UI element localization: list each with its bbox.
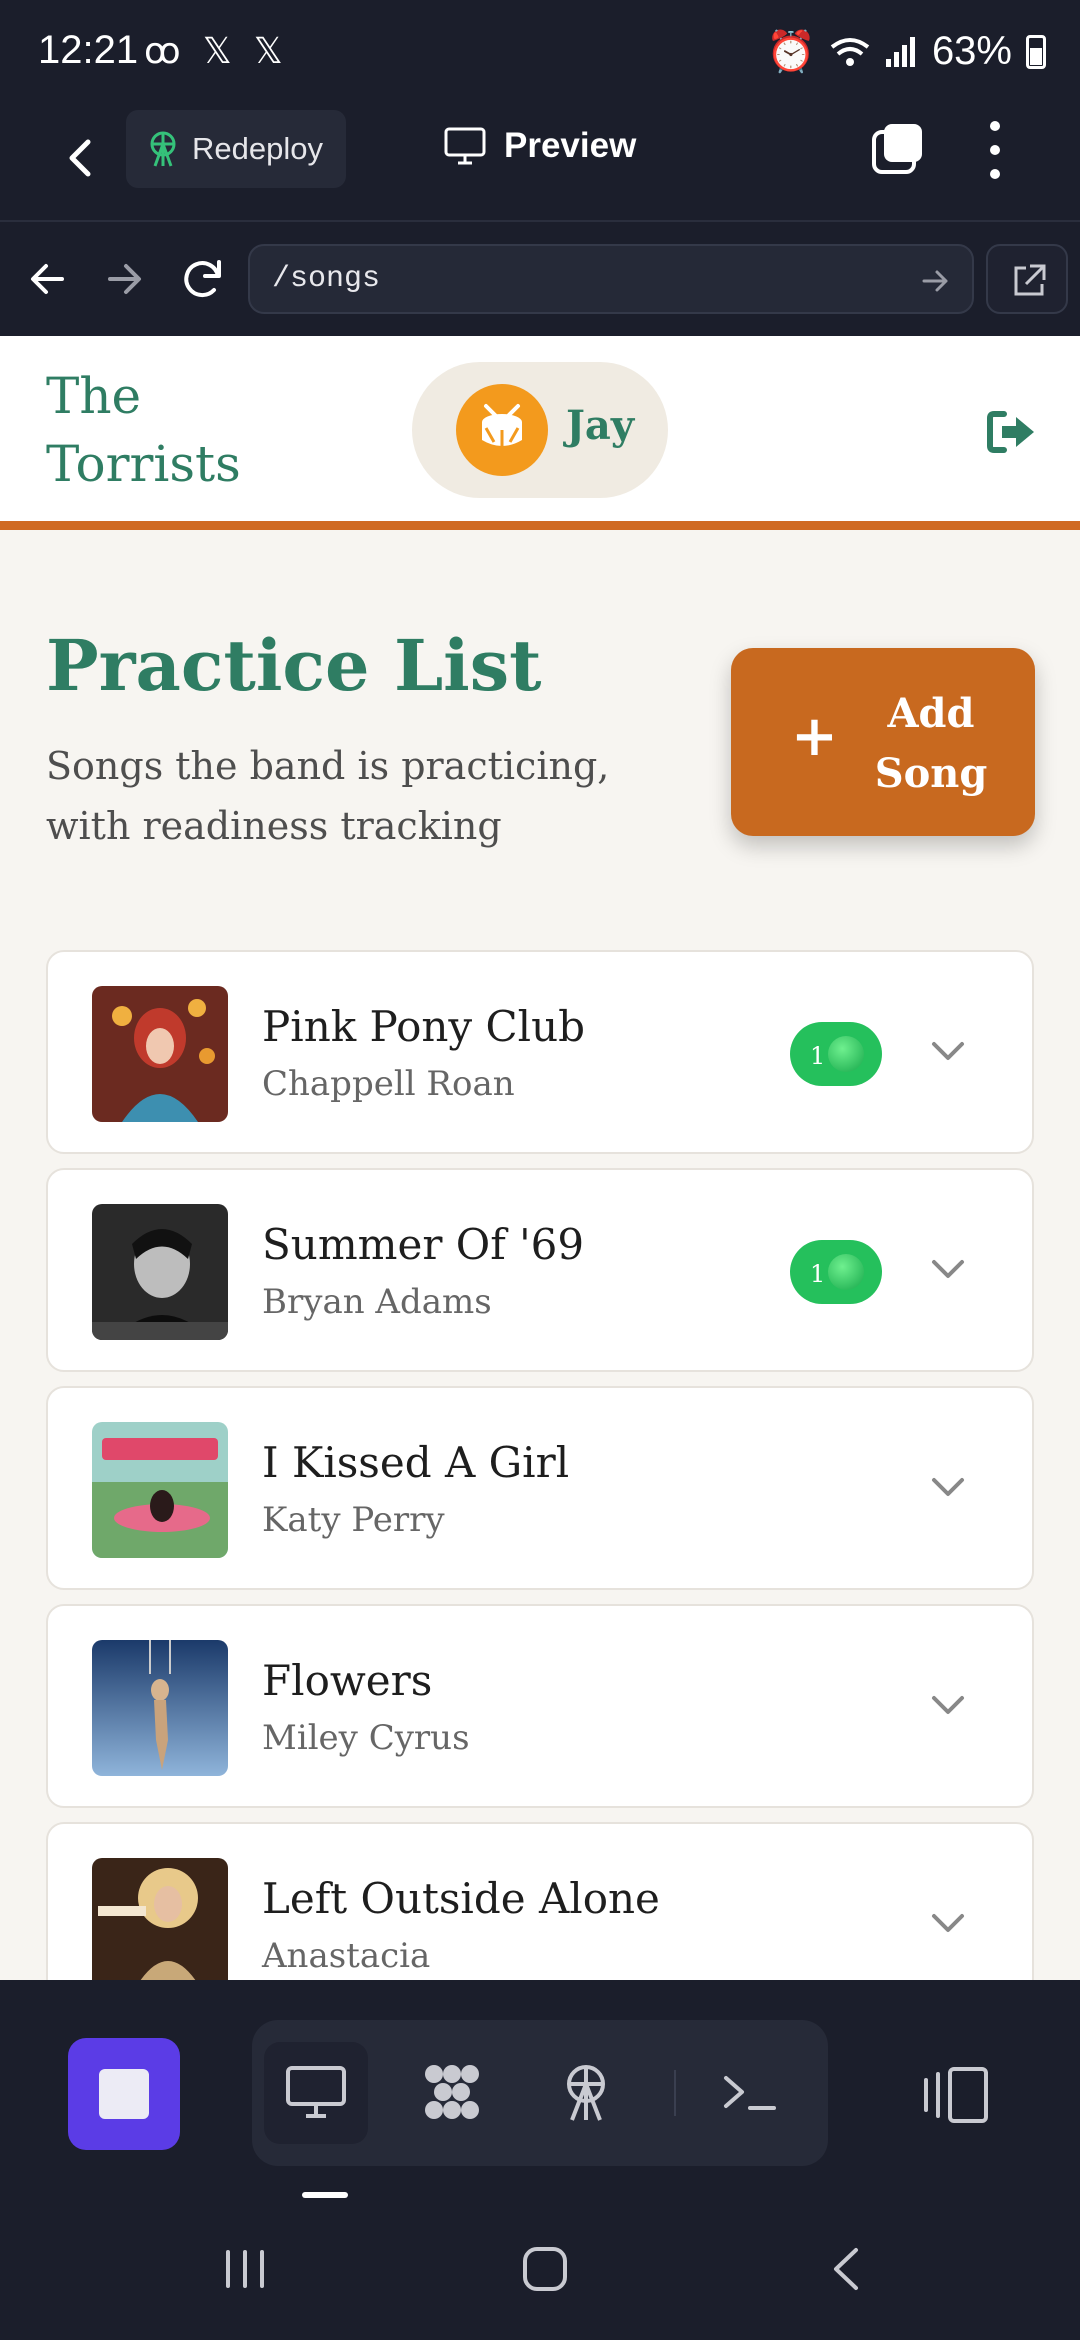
song-card[interactable]: I Kissed A Girl Katy Perry: [46, 1386, 1034, 1590]
status-right: ⏰ 63%: [766, 28, 1046, 75]
readiness-count: 1: [810, 1260, 826, 1288]
song-card[interactable]: Flowers Miley Cyrus: [46, 1604, 1034, 1808]
chevron-down-icon[interactable]: [928, 1908, 968, 1940]
x-icon: 𝕏: [202, 30, 238, 71]
album-cover: [92, 1858, 228, 1980]
voicemail-icon: ꝏ: [144, 30, 187, 71]
readiness-count: 1: [810, 1042, 826, 1070]
tool-separator: [674, 2070, 676, 2116]
tabs-icon[interactable]: [870, 122, 924, 176]
song-card[interactable]: Pink Pony Club Chappell Roan 1: [46, 950, 1034, 1154]
reload-icon[interactable]: [178, 254, 228, 304]
song-title: Summer Of '69: [262, 1220, 585, 1269]
page-subtitle: Songs the band is practicing, with readi…: [46, 744, 610, 848]
song-artist: Bryan Adams: [262, 1282, 492, 1322]
album-cover: [92, 1422, 228, 1558]
url-bar: /songs: [0, 224, 1080, 336]
nav-back-icon[interactable]: [22, 254, 72, 304]
battery-percent: 63%: [931, 29, 1012, 73]
antenna-icon: [567, 2065, 605, 2121]
chevron-down-icon[interactable]: [928, 1472, 968, 1504]
song-title: I Kissed A Girl: [262, 1438, 570, 1487]
user-name: Jay: [566, 402, 635, 449]
recent-apps-icon[interactable]: [220, 2244, 270, 2294]
x-icon: 𝕏: [253, 30, 289, 71]
song-title: Left Outside Alone: [262, 1874, 660, 1923]
readiness-dot-icon: [828, 1254, 864, 1290]
shell-tool-button[interactable]: [698, 2042, 802, 2144]
page-title: Practice List: [46, 624, 542, 707]
song-title: Pink Pony Club: [262, 1002, 586, 1051]
album-cover: [92, 1640, 228, 1776]
notification-icons: ꝏ 𝕏 𝕏: [144, 30, 289, 72]
readiness-badge[interactable]: 1: [790, 1022, 882, 1086]
url-text: /songs: [272, 262, 381, 296]
add-song-label: Add Song: [874, 690, 988, 797]
song-card[interactable]: Left Outside Alone Anastacia: [46, 1822, 1034, 1980]
go-arrow-icon[interactable]: [918, 264, 952, 298]
bottom-dock: [0, 1980, 1080, 2200]
battery-icon: [1026, 34, 1046, 69]
deploy-tool-button[interactable]: [534, 2042, 638, 2144]
signal-icon: [885, 36, 915, 67]
tool-group: [252, 2020, 828, 2166]
monitor-icon: [444, 127, 486, 165]
site-brand[interactable]: The Torrists: [46, 362, 266, 498]
stop-button[interactable]: [68, 2038, 180, 2150]
preview-label: Preview: [504, 126, 637, 165]
app-bar: Redeploy Preview: [0, 100, 1080, 222]
preview-tool-button[interactable]: [264, 2042, 368, 2144]
status-time: 12:21: [38, 28, 139, 72]
song-card[interactable]: Summer Of '69 Bryan Adams 1: [46, 1168, 1034, 1372]
song-artist: Katy Perry: [262, 1500, 445, 1540]
active-tab-indicator: [302, 2192, 348, 2198]
redeploy-button[interactable]: Redeploy: [126, 110, 346, 188]
song-title: Flowers: [262, 1656, 433, 1705]
back-icon[interactable]: [60, 128, 100, 188]
workflow-icon: [425, 2065, 479, 2119]
preview-button[interactable]: Preview: [444, 126, 636, 166]
redeploy-label: Redeploy: [192, 131, 323, 166]
user-pill[interactable]: Jay: [412, 362, 668, 498]
readiness-dot-icon: [828, 1036, 864, 1072]
chevron-down-icon[interactable]: [928, 1690, 968, 1722]
add-song-button[interactable]: + Add Song: [731, 648, 1035, 836]
song-artist: Chappell Roan: [262, 1064, 515, 1104]
song-list: Pink Pony Club Chappell Roan 1 Summer Of…: [46, 950, 1034, 1980]
system-back-icon[interactable]: [822, 2244, 872, 2294]
drum-avatar-icon: [456, 384, 548, 476]
nav-forward-icon[interactable]: [100, 254, 150, 304]
logout-icon[interactable]: [986, 408, 1038, 456]
url-input[interactable]: /songs: [248, 244, 974, 314]
monitor-icon: [286, 2066, 346, 2118]
alarm-icon: ⏰: [766, 30, 816, 74]
album-cover: [92, 986, 228, 1122]
song-artist: Miley Cyrus: [262, 1718, 470, 1758]
chevron-down-icon[interactable]: [928, 1254, 968, 1286]
plus-icon: +: [791, 703, 838, 769]
album-cover: [92, 1204, 228, 1340]
open-external-button[interactable]: [986, 244, 1068, 314]
more-options-icon[interactable]: [980, 118, 1010, 182]
workflows-tool-button[interactable]: [400, 2042, 504, 2144]
song-artist: Anastacia: [262, 1936, 431, 1976]
external-link-icon: [1014, 264, 1046, 296]
system-nav-bar: [0, 2200, 1080, 2340]
antenna-icon: [150, 131, 176, 167]
readiness-badge[interactable]: 1: [790, 1240, 882, 1304]
terminal-icon: [724, 2076, 776, 2110]
side-panel-icon[interactable]: [922, 2066, 990, 2124]
chevron-down-icon[interactable]: [928, 1036, 968, 1068]
home-icon[interactable]: [520, 2244, 570, 2294]
status-bar: 12:21 ꝏ 𝕏 𝕏 ⏰ 63%: [0, 0, 1080, 100]
site-header: The Torrists Jay: [0, 336, 1080, 530]
wifi-icon: [830, 37, 870, 66]
web-content: The Torrists Jay Practice List Songs the…: [0, 336, 1080, 1980]
